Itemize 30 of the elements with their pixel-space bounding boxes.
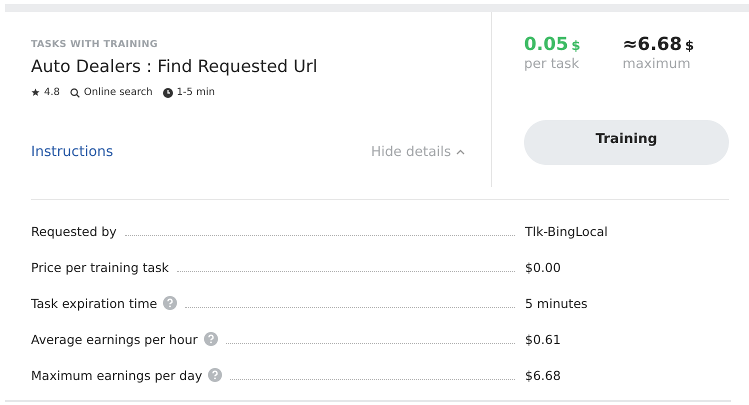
detail-label: Price per training task (31, 260, 169, 274)
caret-icon (456, 149, 465, 155)
meta-text: 4.8 (44, 87, 60, 98)
detail-value: 5 minutes (525, 296, 588, 310)
meta-text: 1-5 min (176, 87, 215, 98)
star-icon (31, 88, 40, 97)
maximum-caption: maximum (622, 56, 692, 72)
detail-value: $0.61 (525, 332, 561, 346)
search-icon (70, 88, 80, 98)
maximum-amount: ≈6.68 (622, 34, 682, 55)
training-button[interactable]: Training (524, 120, 729, 165)
price-amount: 0.05 (524, 34, 568, 55)
currency-sign: $ (684, 39, 694, 54)
price-caption: per task (524, 56, 580, 72)
detail-label: Requested by (31, 224, 117, 238)
instructions-link[interactable]: Instructions (31, 144, 114, 160)
detail-value: Tlk-BingLocal (525, 224, 608, 238)
help-icon[interactable] (208, 368, 222, 382)
detail-value: $0.00 (525, 260, 561, 274)
currency-sign: $ (571, 39, 580, 54)
task-title: Auto Dealers : Find Requested Url (31, 57, 319, 77)
help-icon[interactable] (204, 332, 218, 346)
detail-value: $6.68 (525, 368, 561, 382)
detail-label: Maximum earnings per day (31, 368, 202, 382)
clock-icon (162, 88, 173, 98)
meta-text: Online search (84, 87, 153, 98)
category-label: TASKS WITH TRAINING (31, 39, 159, 50)
detail-label: Task expiration time (31, 296, 158, 310)
detail-label: Average earnings per hour (31, 332, 198, 346)
help-icon[interactable] (163, 296, 178, 310)
